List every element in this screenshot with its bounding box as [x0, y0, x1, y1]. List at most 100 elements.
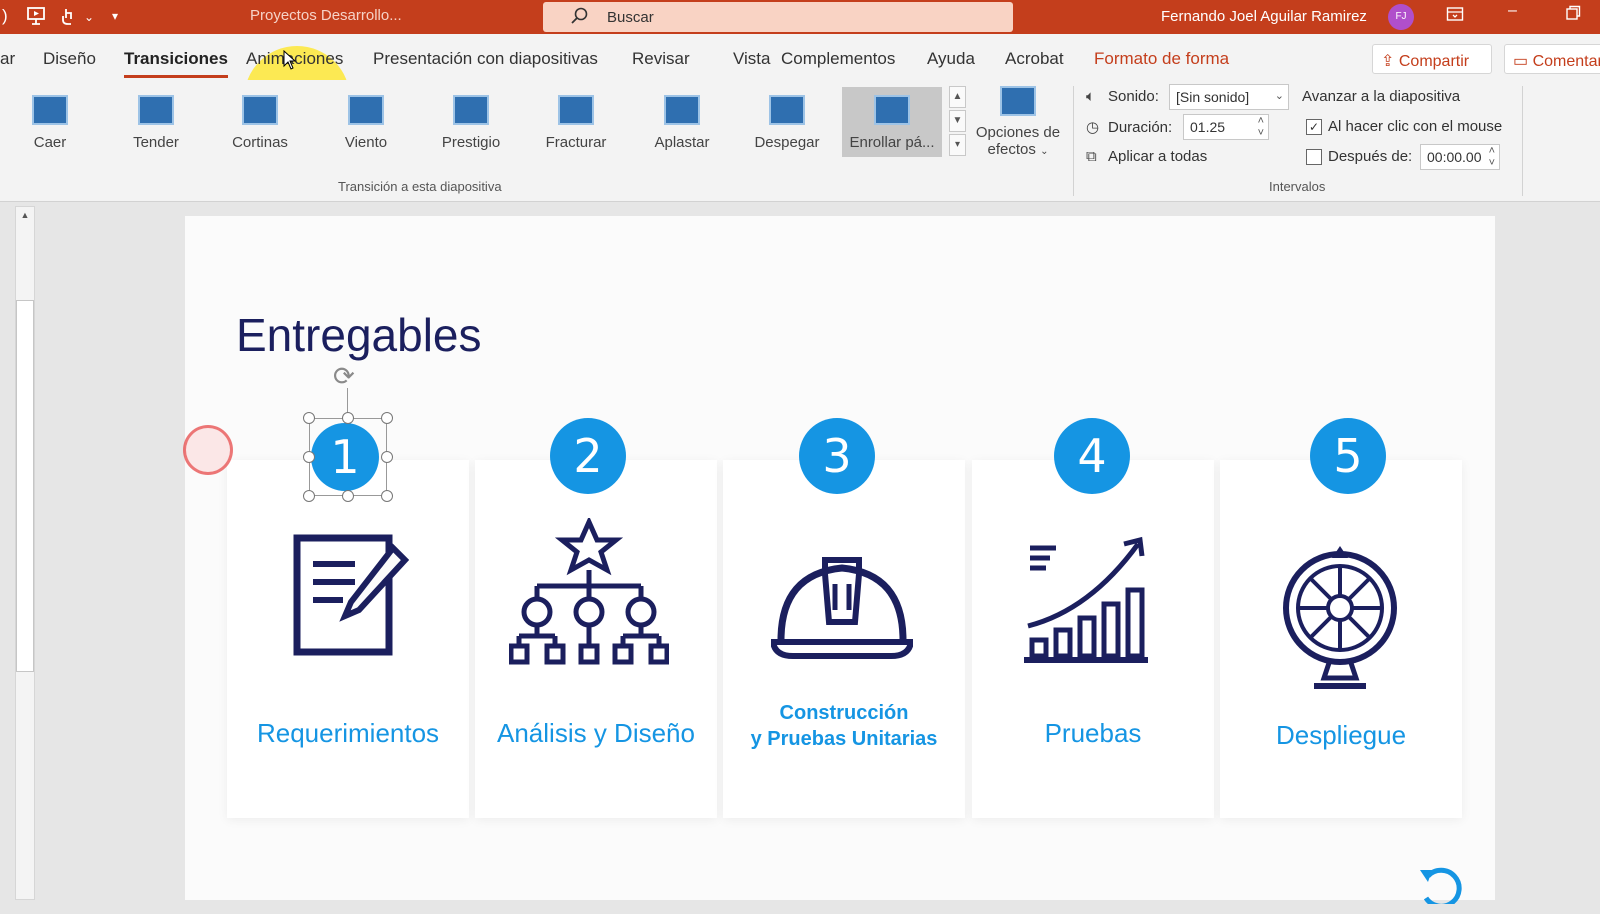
- on-click-checkbox[interactable]: ✓: [1306, 119, 1322, 135]
- tab-partial[interactable]: ar: [0, 49, 15, 69]
- transition-fracturar[interactable]: Fracturar: [526, 87, 626, 157]
- transition-viento[interactable]: Viento: [316, 87, 416, 157]
- transition-cortinas-label: Cortinas: [232, 134, 288, 151]
- document-pencil-icon: [293, 534, 409, 656]
- tab-presentacion[interactable]: Presentación con diapositivas: [373, 49, 598, 69]
- share-button[interactable]: ⇪ Compartir: [1372, 44, 1492, 74]
- tab-revisar[interactable]: Revisar: [632, 49, 690, 69]
- selection-box: [309, 418, 387, 496]
- number-badge-5[interactable]: 5: [1310, 418, 1386, 494]
- tab-acrobat[interactable]: Acrobat: [1005, 49, 1064, 69]
- search-icon: [569, 6, 589, 31]
- slide-title[interactable]: Entregables: [236, 308, 482, 362]
- transition-tender-icon: [138, 95, 174, 125]
- search-box[interactable]: Buscar: [543, 2, 1013, 32]
- apply-all-button[interactable]: ⧉ Aplicar a todas: [1086, 148, 1207, 165]
- resize-handle[interactable]: [303, 451, 315, 463]
- gallery-more-icon[interactable]: ▾: [949, 134, 966, 156]
- transition-despegar[interactable]: Despegar: [737, 87, 837, 157]
- card-requerimientos[interactable]: Requerimientos: [227, 460, 469, 818]
- tab-ayuda[interactable]: Ayuda: [927, 49, 975, 69]
- start-presentation-icon[interactable]: [26, 6, 46, 31]
- transition-tender[interactable]: Tender: [106, 87, 206, 157]
- ribbon-tabs: ar Diseño Transiciones Animaciones Prese…: [0, 34, 1600, 152]
- sound-select[interactable]: [Sin sonido] ⌄: [1169, 84, 1289, 110]
- number-badge-2[interactable]: 2: [550, 418, 626, 494]
- transition-caer[interactable]: Caer: [0, 87, 100, 157]
- comments-button[interactable]: ▭ Comentarios: [1504, 44, 1600, 74]
- tab-complementos[interactable]: Complementos: [781, 49, 895, 69]
- effect-options-button[interactable]: Opciones de efectos ⌄: [972, 86, 1064, 168]
- transition-aplastar[interactable]: Aplastar: [632, 87, 732, 157]
- on-click-label: Al hacer clic con el mouse: [1328, 118, 1503, 135]
- resize-handle[interactable]: [381, 490, 393, 502]
- resize-handle[interactable]: [342, 412, 354, 424]
- duration-stepper[interactable]: 01.25 ˄ ˅: [1183, 114, 1269, 140]
- resize-handle[interactable]: [381, 451, 393, 463]
- transition-prestigio[interactable]: Prestigio: [421, 87, 521, 157]
- resize-handle[interactable]: [303, 412, 315, 424]
- ribbon-transitions: Caer Tender Cortinas Viento Prestigio Fr…: [0, 80, 1600, 202]
- share-icon: ⇪: [1381, 53, 1395, 70]
- restore-icon[interactable]: [1565, 5, 1581, 26]
- card-construccion[interactable]: Construcción y Pruebas Unitarias: [723, 460, 965, 818]
- card-label: Requerimientos: [256, 718, 440, 748]
- group-label-timing: Intervalos: [1269, 179, 1326, 194]
- tab-formato-de-forma[interactable]: Formato de forma: [1094, 49, 1229, 69]
- comment-icon: ▭: [1513, 53, 1529, 70]
- after-time-stepper[interactable]: 00:00.00 ˄ ˅: [1420, 144, 1500, 170]
- tab-vista[interactable]: Vista: [733, 49, 771, 69]
- number-badge-3[interactable]: 3: [799, 418, 875, 494]
- user-name[interactable]: Fernando Joel Aguilar Ramirez: [1161, 8, 1367, 25]
- gallery-scroll-up-icon[interactable]: ▲: [949, 86, 966, 108]
- number-badge-4[interactable]: 4: [1054, 418, 1130, 494]
- ribbon-separator: [1073, 86, 1074, 196]
- transition-aplastar-label: Aplastar: [654, 134, 710, 151]
- tab-diseno[interactable]: Diseño: [43, 49, 96, 69]
- search-placeholder: Buscar: [607, 9, 654, 26]
- mouse-pointer-icon: [283, 49, 297, 75]
- transition-fracturar-icon: [558, 95, 594, 125]
- quick-access-partial-icon[interactable]: ): [2, 6, 8, 26]
- touch-mode-icon[interactable]: [58, 6, 78, 31]
- gallery-scroll-down-icon[interactable]: ▼: [949, 110, 966, 132]
- tab-transiciones[interactable]: Transiciones: [124, 49, 228, 78]
- scroll-up-icon[interactable]: ▲: [15, 206, 35, 224]
- advance-slide-label: Avanzar a la diapositiva: [1302, 88, 1461, 105]
- speaker-icon: 🔈︎: [1086, 88, 1096, 105]
- transition-prestigio-label: Prestigio: [441, 134, 501, 151]
- stepper-arrows-icon: ˄ ˅: [1488, 145, 1495, 169]
- ribbon-display-options-icon[interactable]: [1446, 5, 1464, 28]
- card-despliegue[interactable]: Despliegue: [1220, 460, 1462, 818]
- transition-caer-label: Caer: [33, 134, 67, 151]
- transition-caer-icon: [32, 95, 68, 125]
- apply-all-icon: ⧉: [1086, 148, 1097, 165]
- resize-handle[interactable]: [342, 490, 354, 502]
- chevron-down-icon: ⌄: [1040, 146, 1049, 157]
- transition-tender-label: Tender: [133, 134, 179, 151]
- hard-hat-icon: [771, 557, 913, 659]
- minimize-icon[interactable]: –: [1508, 2, 1517, 20]
- card-analisis[interactable]: Análisis y Diseño: [475, 460, 717, 818]
- card-label-line-1: Construcción: [779, 702, 909, 724]
- card-pruebas[interactable]: Pruebas: [972, 460, 1214, 818]
- touch-mode-dropdown-icon[interactable]: ⌄: [84, 10, 94, 24]
- replay-icon[interactable]: [1416, 864, 1464, 914]
- transition-enrollar[interactable]: Enrollar pá...: [842, 87, 942, 157]
- transition-cortinas[interactable]: Cortinas: [210, 87, 310, 157]
- resize-handle[interactable]: [381, 412, 393, 424]
- effect-options-label-2: efectos: [987, 141, 1036, 158]
- transition-viento-icon: [348, 95, 384, 125]
- hierarchy-star-icon: [509, 518, 669, 665]
- after-checkbox[interactable]: [1306, 149, 1322, 165]
- after-label: Después de:: [1328, 148, 1413, 165]
- scrollbar-thumb[interactable]: [16, 300, 34, 672]
- transition-enrollar-label: Enrollar pá...: [849, 134, 935, 151]
- resize-handle[interactable]: [303, 490, 315, 502]
- user-avatar[interactable]: FJ: [1388, 4, 1414, 30]
- chevron-down-icon: ⌄: [1274, 90, 1284, 102]
- card-label-line-2: y Pruebas Unitarias: [750, 728, 938, 750]
- slide-canvas[interactable]: Entregables Requerimientos Análisis y Di…: [185, 216, 1495, 900]
- rotate-handle-icon[interactable]: ⟳: [333, 361, 355, 392]
- customize-toolbar-icon[interactable]: ▾: [112, 9, 118, 23]
